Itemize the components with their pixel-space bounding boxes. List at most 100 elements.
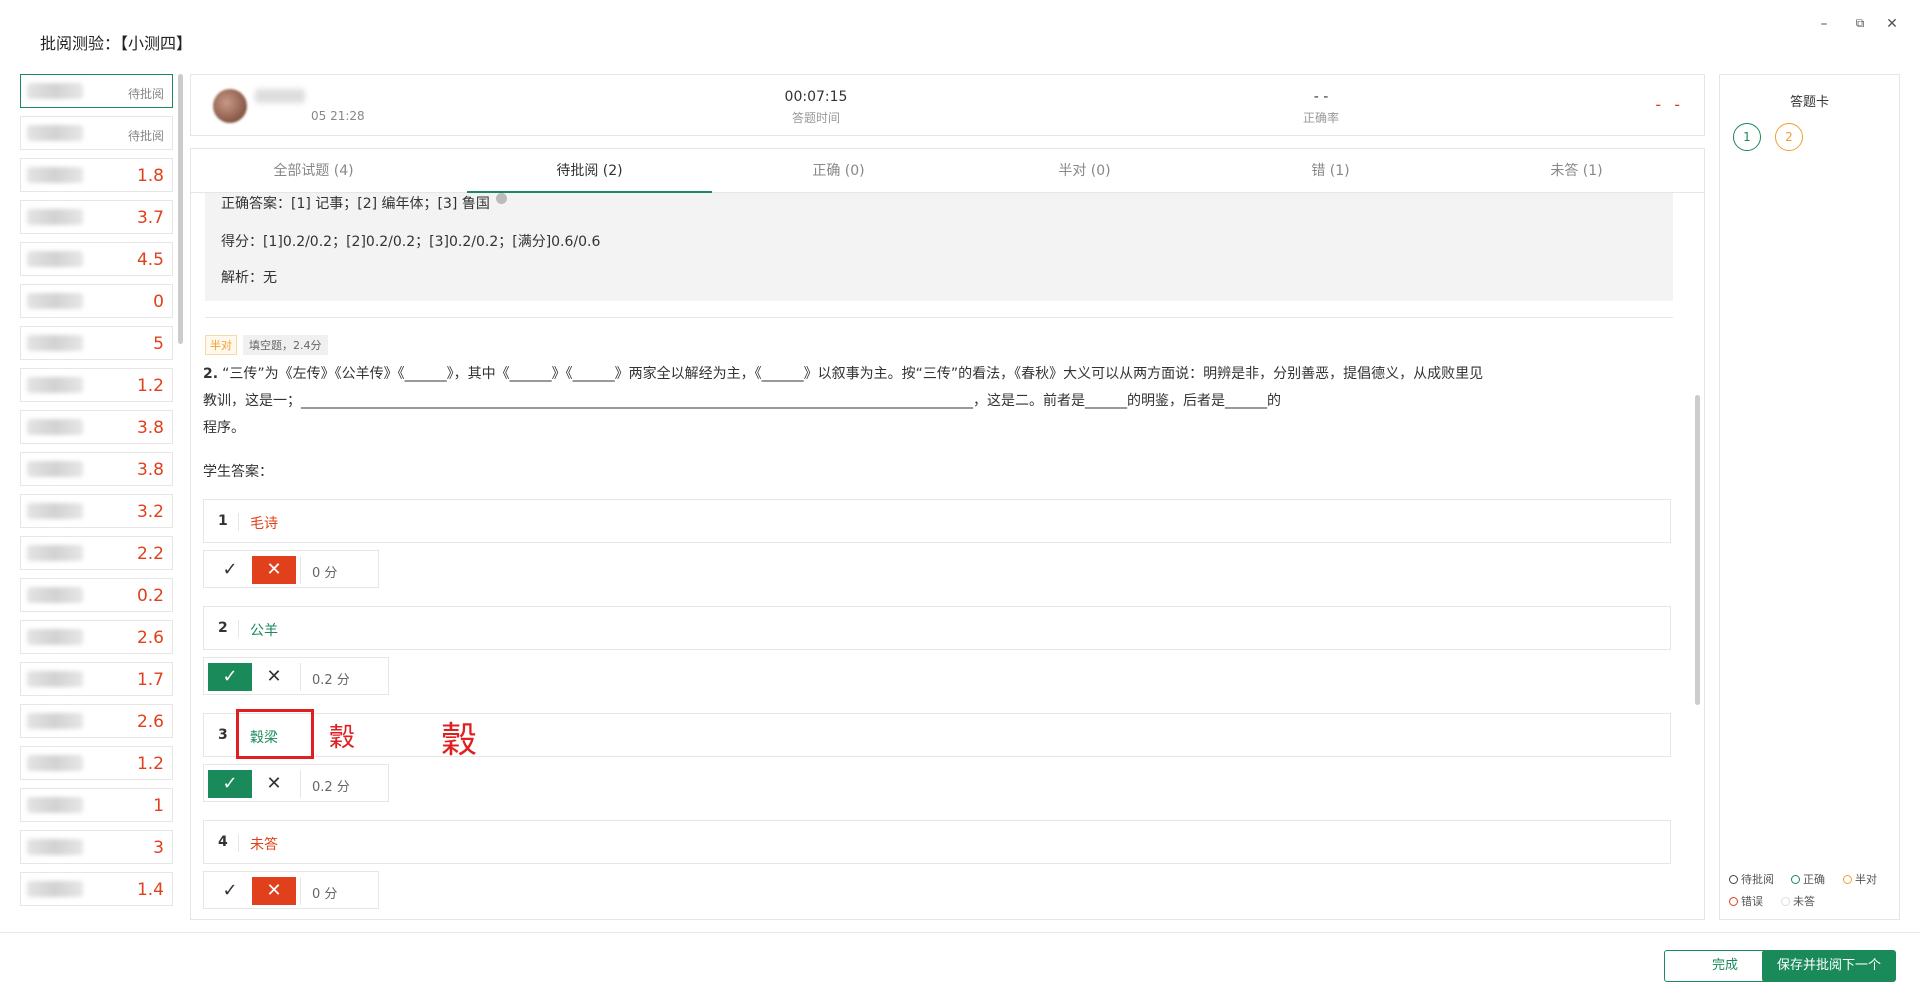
answer-card-title: 答题卡 bbox=[1789, 95, 1829, 110]
duration-stat: 00:07:15 答题时间 bbox=[746, 89, 886, 126]
student-name-blurred bbox=[27, 587, 83, 603]
save-and-next-button[interactable]: 保存并批阅下一个 bbox=[1762, 950, 1896, 982]
blank-number: 4 bbox=[218, 834, 228, 850]
blank-score[interactable]: 0.2 分 bbox=[312, 776, 350, 795]
student-row[interactable]: 1.8 bbox=[20, 158, 173, 192]
student-row[interactable]: 3 bbox=[20, 830, 173, 864]
accuracy-value: - - bbox=[1313, 89, 1329, 105]
status-badge: 半对 bbox=[205, 335, 237, 355]
blank-score[interactable]: 0.2 分 bbox=[312, 669, 350, 688]
student-name-blurred bbox=[27, 125, 83, 141]
student-row[interactable]: 3.8 bbox=[20, 410, 173, 444]
student-row[interactable]: 3.2 bbox=[20, 494, 173, 528]
student-row[interactable]: 1.7 bbox=[20, 662, 173, 696]
student-name-blurred bbox=[27, 797, 83, 813]
student-row[interactable]: 1.4 bbox=[20, 872, 173, 906]
question-text: 2. “三传”为《左传》《公羊传》《______》，其中《______》《____… bbox=[203, 361, 1683, 442]
student-list: 待批阅 待批阅 1.8 3.7 4.5 0 5 1.2 3.8 3.8 3.2 … bbox=[20, 74, 173, 920]
total-score: - - bbox=[1655, 95, 1684, 114]
student-name-blurred bbox=[27, 461, 83, 477]
blank-number: 2 bbox=[218, 620, 228, 636]
annotation-char-small: 穀 bbox=[329, 723, 356, 753]
blank-number: 3 bbox=[218, 727, 228, 743]
mark-correct-button[interactable]: ✓ bbox=[208, 877, 252, 905]
blank-score[interactable]: 0 分 bbox=[312, 562, 337, 581]
student-name-blurred bbox=[27, 251, 83, 267]
restore-icon[interactable]: ⧉ bbox=[1850, 16, 1870, 31]
student-row[interactable]: 4.5 bbox=[20, 242, 173, 276]
student-score: 1.8 bbox=[136, 166, 164, 186]
student-name-blurred bbox=[27, 671, 83, 687]
mark-wrong-button[interactable]: ✕ bbox=[252, 770, 296, 798]
student-list-scrollbar[interactable] bbox=[178, 74, 183, 344]
tab-pending[interactable]: 待批阅 (2) bbox=[467, 149, 712, 193]
question-line: “三传”为《左传》《公羊传》《______》，其中《______》《______… bbox=[222, 366, 1484, 382]
tab-all[interactable]: 全部试题 (4) bbox=[191, 149, 436, 193]
student-name-blurred bbox=[27, 755, 83, 771]
student-name-blurred bbox=[27, 419, 83, 435]
question-number: 2. bbox=[203, 366, 219, 382]
tab-half[interactable]: 半对 (0) bbox=[962, 149, 1207, 193]
divider bbox=[205, 317, 1673, 318]
correct-answer-line: 正确答案：[1] 记事；[2] 编年体；[3] 鲁国 bbox=[221, 193, 507, 213]
answer-row: 1 毛诗 bbox=[203, 499, 1671, 543]
mark-correct-button[interactable]: ✓ bbox=[208, 663, 252, 691]
grade-control: ✓ ✕ 0 分 bbox=[203, 871, 379, 909]
question-type-badge: 填空题，2.4分 bbox=[243, 335, 328, 355]
student-name-blurred bbox=[27, 545, 83, 561]
student-row[interactable]: 3.8 bbox=[20, 452, 173, 486]
close-icon[interactable]: ✕ bbox=[1882, 16, 1902, 32]
student-row[interactable]: 2.2 bbox=[20, 536, 173, 570]
student-row[interactable]: 5 bbox=[20, 326, 173, 360]
student-row[interactable]: 3.7 bbox=[20, 200, 173, 234]
answer-card-item[interactable]: 2 bbox=[1775, 123, 1803, 151]
student-name-blurred bbox=[27, 839, 83, 855]
student-name-blurred bbox=[27, 209, 83, 225]
tab-correct[interactable]: 正确 (0) bbox=[716, 149, 961, 193]
student-info-card: 05 21:28 00:07:15 答题时间 - - 正确率 - - bbox=[190, 74, 1705, 136]
accuracy-label: 正确率 bbox=[1302, 111, 1339, 125]
student-row[interactable]: 2.6 bbox=[20, 704, 173, 738]
answer-card-item[interactable]: 1 bbox=[1733, 123, 1761, 151]
student-score: 3 bbox=[153, 838, 164, 858]
student-row[interactable]: 2.6 bbox=[20, 620, 173, 654]
student-row[interactable]: 待批阅 bbox=[20, 116, 173, 150]
mark-wrong-button[interactable]: ✕ bbox=[252, 877, 296, 905]
mark-correct-button[interactable]: ✓ bbox=[208, 770, 252, 798]
grade-control: ✓ ✕ 0.2 分 bbox=[203, 764, 389, 802]
student-name-blurred bbox=[27, 629, 83, 645]
blank-answer: 毛诗 bbox=[250, 516, 278, 532]
score-line: 得分：[1]0.2/0.2；[2]0.2/0.2；[3]0.2/0.2；[满分]… bbox=[221, 234, 601, 250]
main-scrollbar[interactable] bbox=[1695, 395, 1700, 705]
blank-score[interactable]: 0 分 bbox=[312, 883, 337, 902]
student-answer-label: 学生答案： bbox=[203, 464, 273, 480]
student-name-blurred bbox=[27, 377, 83, 393]
student-score: 1.4 bbox=[136, 880, 164, 900]
mark-correct-button[interactable]: ✓ bbox=[208, 556, 252, 584]
analysis-line: 解析：无 bbox=[221, 270, 277, 286]
student-score: 待批阅 bbox=[127, 129, 164, 143]
student-score: 3.8 bbox=[136, 418, 164, 438]
previous-question-answer-box: 正确答案：[1] 记事；[2] 编年体；[3] 鲁国 得分：[1]0.2/0.2… bbox=[205, 193, 1673, 301]
accuracy-stat: - - 正确率 bbox=[1251, 89, 1391, 126]
student-name-blurred bbox=[27, 167, 83, 183]
student-row[interactable]: 1.2 bbox=[20, 368, 173, 402]
tab-wrong[interactable]: 错 (1) bbox=[1208, 149, 1453, 193]
student-row[interactable]: 1.2 bbox=[20, 746, 173, 780]
student-score: 1.2 bbox=[136, 376, 164, 396]
student-row[interactable]: 1 bbox=[20, 788, 173, 822]
student-row[interactable]: 0 bbox=[20, 284, 173, 318]
student-score: 1 bbox=[153, 796, 164, 816]
student-name-blurred bbox=[27, 881, 83, 897]
minimize-icon[interactable]: – bbox=[1814, 16, 1834, 32]
student-score: 3.8 bbox=[136, 460, 164, 480]
student-row[interactable]: 待批阅 bbox=[20, 74, 173, 108]
tab-unanswered[interactable]: 未答 (1) bbox=[1454, 149, 1699, 193]
legend-unanswered: 未答 bbox=[1781, 893, 1815, 909]
info-icon[interactable] bbox=[495, 193, 507, 204]
student-row[interactable]: 0.2 bbox=[20, 578, 173, 612]
mark-wrong-button[interactable]: ✕ bbox=[252, 556, 296, 584]
grade-control: ✓ ✕ 0 分 bbox=[203, 550, 379, 588]
legend-pending: 待批阅 bbox=[1729, 871, 1774, 887]
mark-wrong-button[interactable]: ✕ bbox=[252, 663, 296, 691]
